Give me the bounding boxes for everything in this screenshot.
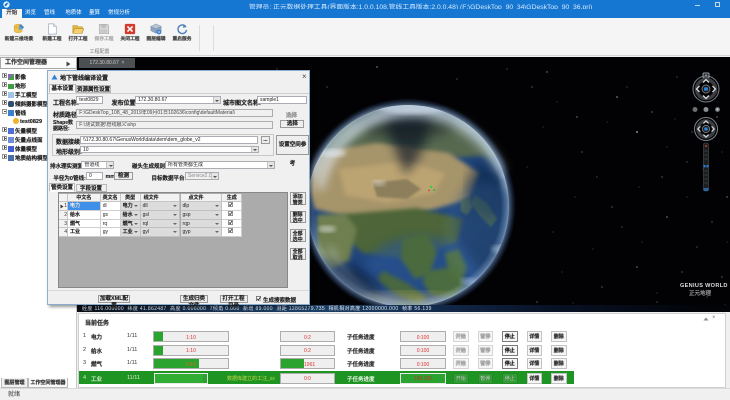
svg-text:正元地理: 正元地理 bbox=[689, 289, 712, 297]
svg-text:GENIUS WORLD: GENIUS WORLD bbox=[680, 283, 728, 289]
